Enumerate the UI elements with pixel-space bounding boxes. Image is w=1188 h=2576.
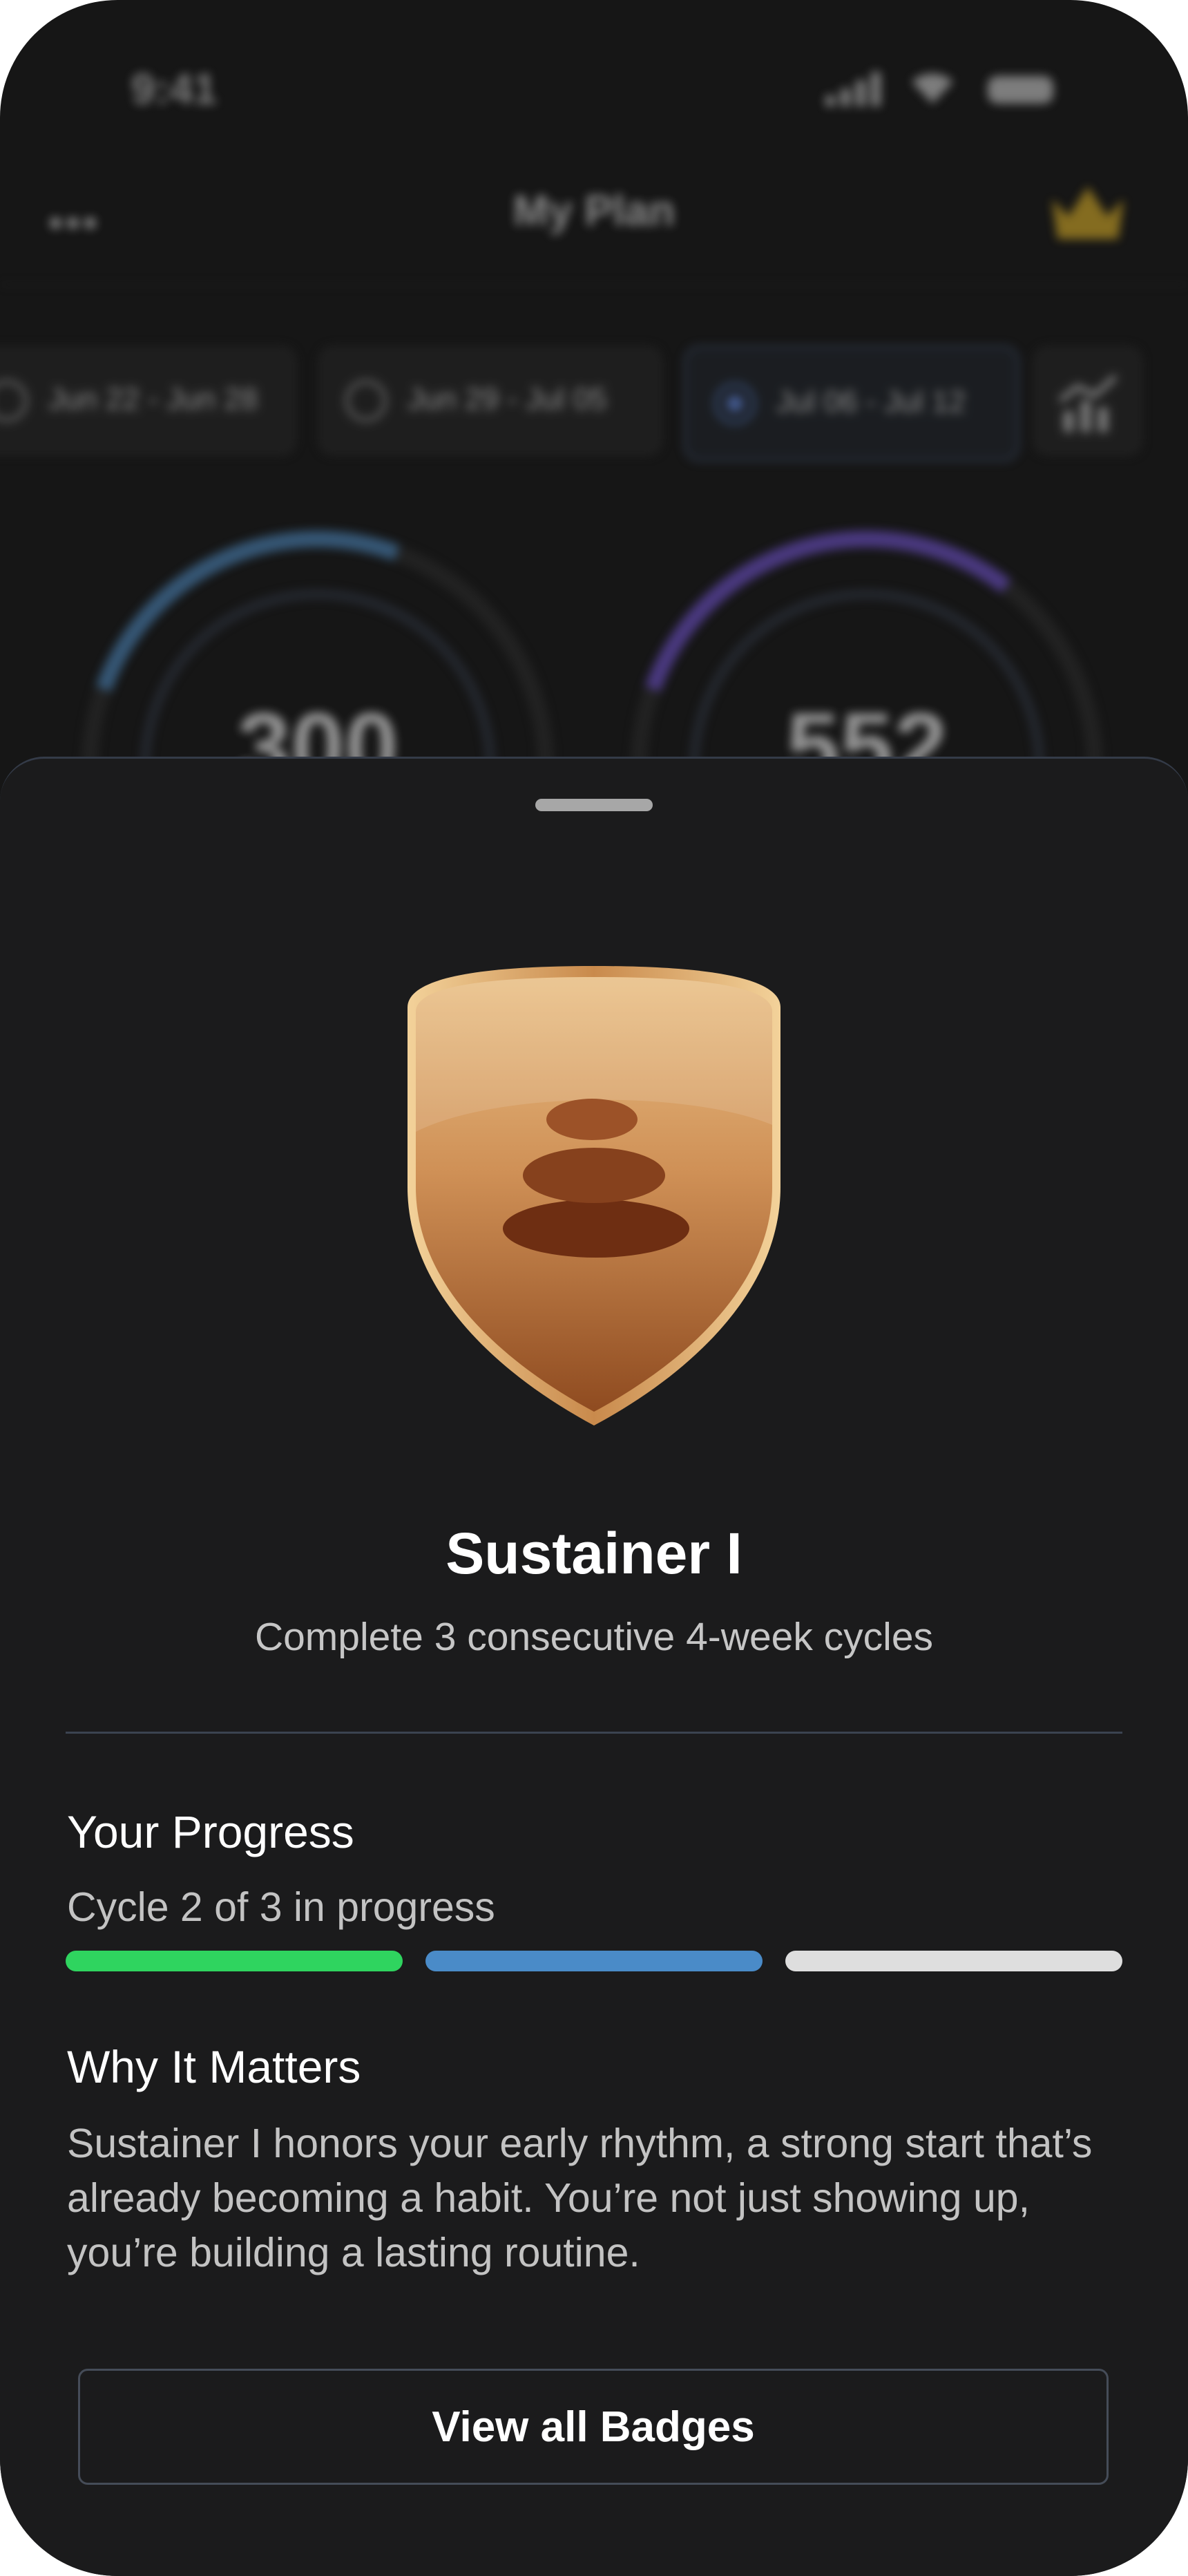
badge-bottom-sheet: Sustainer I Complete 3 consecutive 4-wee… (0, 757, 1188, 2576)
progress-status: Cycle 2 of 3 in progress (67, 1884, 495, 1930)
badge-shield-icon (408, 966, 780, 1426)
battery-icon (988, 76, 1053, 104)
week-chip-1[interactable]: Jun 22 - Jun 28 (0, 345, 297, 456)
week-chip-2[interactable]: Jun 29 - Jul 05 (318, 345, 663, 456)
signal-icon (825, 69, 888, 106)
background-app: 9:41 ••• My Plan Jun 22 - Jun 28 Jun 29 … (0, 0, 1188, 1003)
sheet-drag-handle[interactable] (535, 799, 653, 811)
chart-button[interactable] (1033, 345, 1143, 456)
top-bar: ••• My Plan (0, 166, 1188, 285)
phone-screen: 9:41 ••• My Plan Jun 22 - Jun 28 Jun 29 … (0, 0, 1188, 2576)
progress-segments (66, 1951, 1122, 1973)
week-chip-3[interactable]: Jul 06 - Jul 12 (684, 345, 1019, 462)
badge-title: Sustainer I (446, 1521, 742, 1586)
current-week-icon (714, 383, 756, 424)
progress-segment-2 (425, 1951, 763, 1971)
wifi-icon (912, 73, 953, 104)
progress-segment-3 (785, 1951, 1122, 1971)
status-bar: 9:41 (0, 48, 1188, 124)
status-icons (825, 69, 1053, 111)
crown-icon[interactable] (1046, 178, 1129, 247)
progress-segment-1 (66, 1951, 403, 1971)
why-heading: Why It Matters (67, 2041, 361, 2092)
progress-heading: Your Progress (67, 1806, 354, 1857)
week-label: Jun 29 - Jul 05 (408, 382, 607, 416)
chart-icon (1058, 375, 1118, 432)
week-selector: Jun 22 - Jun 28 Jun 29 - Jul 05 Jul 06 -… (0, 345, 1188, 463)
status-time: 9:41 (131, 66, 218, 113)
check-circle-icon (0, 380, 28, 422)
divider (66, 1732, 1122, 1734)
week-label: Jun 22 - Jun 28 (48, 382, 258, 416)
badge-description: Complete 3 consecutive 4-week cycles (254, 1615, 934, 1659)
check-circle-icon (345, 380, 387, 422)
week-label: Jul 06 - Jul 12 (776, 385, 966, 419)
view-all-badges-button[interactable]: View all Badges (78, 2369, 1109, 2485)
why-body: Sustainer I honors your early rhythm, a … (67, 2121, 1093, 2275)
stats-rings: 300 552 (0, 525, 1188, 1003)
page-title: My Plan (512, 187, 676, 235)
